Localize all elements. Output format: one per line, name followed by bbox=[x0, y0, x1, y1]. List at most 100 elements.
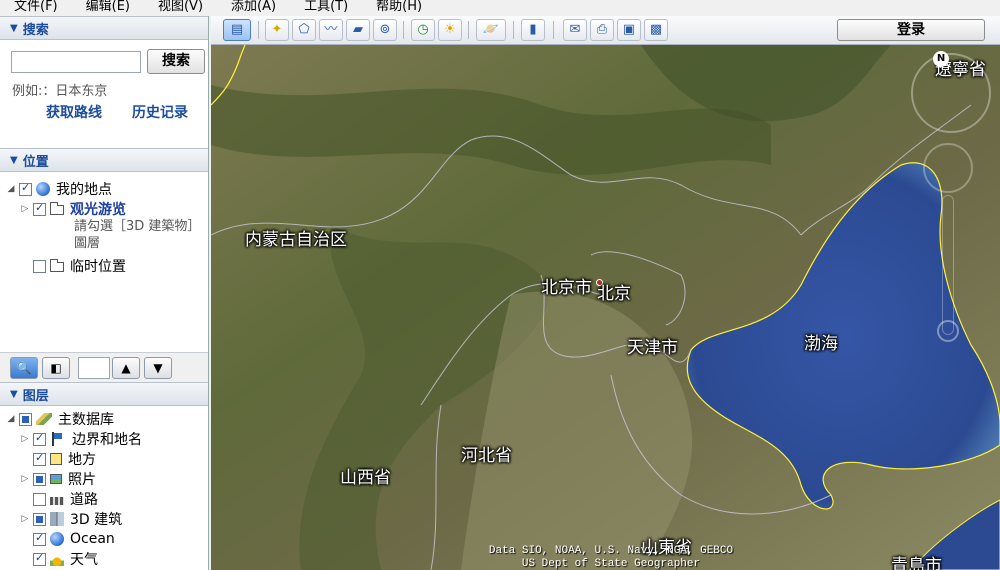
add-polygon-button[interactable]: ⬠ bbox=[292, 19, 316, 41]
menu-edit[interactable]: 编辑(E) bbox=[72, 0, 144, 14]
get-directions-link[interactable]: 获取路线 bbox=[46, 102, 102, 122]
ocean-globe-icon bbox=[50, 532, 64, 546]
folder-icon bbox=[50, 259, 64, 272]
menu-tools[interactable]: 工具(T) bbox=[290, 0, 362, 14]
menu-bar: 文件(F) 编辑(E) 视图(V) 添加(A) 工具(T) 帮助(H) bbox=[0, 0, 1000, 14]
map-label-hebei[interactable]: 河北省 bbox=[461, 441, 512, 466]
node-label: 主数据库 bbox=[58, 412, 114, 428]
layer-places[interactable]: 地方 bbox=[20, 449, 96, 469]
satellite-terrain bbox=[211, 45, 1000, 570]
search-panel-title: 搜索 bbox=[22, 22, 49, 38]
collapsed-arrow-icon[interactable]: ▷ bbox=[20, 514, 30, 524]
search-input[interactable] bbox=[11, 51, 141, 73]
globe-icon bbox=[36, 182, 50, 196]
map-view[interactable]: 内蒙古自治区 北京市 北京 天津市 渤海 河北省 山西省 山東省 遼寧省 青島市… bbox=[211, 45, 1000, 570]
places-field[interactable] bbox=[78, 356, 110, 379]
historical-imagery-button[interactable]: ◷ bbox=[411, 19, 435, 41]
planet-switch-button[interactable]: 🪐 bbox=[476, 19, 506, 41]
zoom-slider[interactable] bbox=[942, 195, 954, 335]
map-label-beijing[interactable]: 北京 bbox=[597, 279, 631, 304]
add-path-button[interactable]: 〰 bbox=[319, 19, 343, 41]
ruler-button[interactable]: ▮ bbox=[521, 19, 545, 41]
places-panel-header[interactable]: ▼ 位置 bbox=[0, 148, 208, 172]
sightseeing-note: 請勾選［3D 建築物］圖層 bbox=[74, 219, 201, 251]
layers-panel-title: 图层 bbox=[22, 388, 49, 404]
search-panel-header[interactable]: ▼ 搜索 bbox=[0, 16, 208, 40]
checkbox[interactable] bbox=[33, 451, 46, 466]
add-placemark-button[interactable]: ✦ bbox=[265, 19, 289, 41]
zoom-slider-handle[interactable] bbox=[937, 320, 959, 342]
node-label: 天气 bbox=[70, 552, 98, 568]
email-button[interactable]: ✉ bbox=[563, 19, 587, 41]
map-label-shanxi[interactable]: 山西省 bbox=[340, 463, 391, 488]
checkbox[interactable] bbox=[33, 201, 46, 216]
menu-view[interactable]: 视图(V) bbox=[144, 0, 217, 14]
collapsed-arrow-icon[interactable]: ▷ bbox=[20, 204, 30, 214]
navigation-compass[interactable] bbox=[911, 53, 991, 133]
print-button[interactable]: ⎙ bbox=[590, 19, 614, 41]
layer-borders-labels[interactable]: ▷ 边界和地名 bbox=[20, 429, 142, 449]
view-in-maps-button[interactable]: ▩ bbox=[644, 19, 668, 41]
tree-node-temp-places[interactable]: 临时位置 bbox=[20, 256, 126, 276]
save-image-button[interactable]: ▣ bbox=[617, 19, 641, 41]
add-image-overlay-button[interactable]: ▰ bbox=[346, 19, 370, 41]
sunlight-button[interactable]: ☀ bbox=[438, 19, 462, 41]
imagery-attribution: Data SIO, NOAA, U.S. Navy, NGA, GEBCO US… bbox=[461, 545, 761, 570]
checkbox[interactable] bbox=[33, 431, 46, 446]
collapsed-arrow-icon[interactable]: ▷ bbox=[20, 474, 30, 484]
checkbox[interactable] bbox=[19, 412, 32, 426]
checkbox[interactable] bbox=[33, 531, 46, 546]
layer-weather[interactable]: 天气 bbox=[20, 549, 98, 569]
map-label-tianjin[interactable]: 天津市 bbox=[627, 333, 678, 358]
layer-3d-buildings[interactable]: ▷ 3D 建筑 bbox=[20, 509, 122, 529]
expanded-arrow-icon[interactable]: ◢ bbox=[6, 414, 16, 424]
side-panel: ▼ 搜索 搜索 例如:：日本东京 获取路线 历史记录 ▼ 位置 ◢ 我的地点 ▷… bbox=[0, 16, 209, 570]
attribution-line: Data SIO, NOAA, U.S. Navy, NGA, GEBCO bbox=[488, 545, 734, 557]
north-indicator-icon[interactable]: N bbox=[933, 51, 949, 67]
map-label-qingdao[interactable]: 青島市 bbox=[891, 551, 942, 570]
node-label: 道路 bbox=[70, 492, 98, 508]
places-tree: ◢ 我的地点 ▷ 观光游览 請勾選［3D 建築物］圖層 临时位置 bbox=[0, 172, 208, 380]
look-joystick[interactable] bbox=[923, 143, 973, 193]
places-panel-title: 位置 bbox=[22, 154, 49, 170]
layer-primary-database[interactable]: ◢ 主数据库 bbox=[6, 409, 114, 429]
checkbox[interactable] bbox=[33, 472, 46, 486]
collapsed-arrow-icon[interactable]: ▷ bbox=[20, 434, 30, 444]
move-down-button[interactable]: ▼ bbox=[144, 356, 172, 379]
login-button[interactable]: 登录 bbox=[837, 19, 985, 41]
panel-toggle-button[interactable]: ◧ bbox=[42, 356, 70, 379]
checkbox[interactable] bbox=[33, 259, 46, 273]
layers-section: ▼ 图层 ◢ 主数据库 ▷ 边界和地名 地方 ▷ 照片 bbox=[0, 382, 208, 570]
expanded-arrow-icon[interactable]: ◢ bbox=[6, 184, 16, 194]
menu-help[interactable]: 帮助(H) bbox=[362, 0, 436, 14]
layers-panel-header[interactable]: ▼ 图层 bbox=[0, 382, 208, 406]
layer-ocean[interactable]: Ocean bbox=[20, 529, 115, 549]
map-label-inner-mongolia[interactable]: 内蒙古自治区 bbox=[245, 225, 347, 250]
node-label: Ocean bbox=[70, 531, 115, 547]
attribution-line: US Dept of State Geographer bbox=[521, 558, 701, 570]
tree-node-my-places[interactable]: ◢ 我的地点 bbox=[6, 179, 112, 199]
sidebar-toggle-button[interactable]: ▤ bbox=[223, 19, 251, 41]
search-places-button[interactable]: 🔍 bbox=[10, 356, 38, 379]
menu-add[interactable]: 添加(A) bbox=[217, 0, 290, 14]
node-label: 3D 建筑 bbox=[70, 512, 123, 528]
checkbox[interactable] bbox=[19, 181, 32, 196]
photo-icon bbox=[50, 474, 62, 484]
record-tour-button[interactable]: ⊚ bbox=[373, 19, 397, 41]
layer-roads[interactable]: 道路 bbox=[20, 489, 98, 509]
road-icon bbox=[50, 496, 64, 505]
checkbox[interactable] bbox=[33, 551, 46, 566]
map-label-bohai-sea[interactable]: 渤海 bbox=[804, 329, 838, 354]
tree-node-sightseeing[interactable]: ▷ 观光游览 bbox=[20, 199, 126, 219]
history-link[interactable]: 历史记录 bbox=[132, 102, 188, 122]
menu-file[interactable]: 文件(F) bbox=[0, 0, 72, 14]
node-label: 观光游览 bbox=[70, 202, 126, 218]
layer-photos[interactable]: ▷ 照片 bbox=[20, 469, 96, 489]
map-label-beijing-municipality[interactable]: 北京市 bbox=[541, 273, 592, 298]
move-up-button[interactable]: ▲ bbox=[112, 356, 140, 379]
checkbox[interactable] bbox=[33, 492, 46, 506]
node-label: 临时位置 bbox=[70, 259, 126, 275]
checkbox[interactable] bbox=[33, 512, 46, 526]
search-button[interactable]: 搜索 bbox=[147, 49, 205, 74]
main-toolbar: ▤ ✦ ⬠ 〰 ▰ ⊚ ◷ ☀ 🪐 ▮ ✉ ⎙ ▣ ▩ 登录 bbox=[211, 16, 1000, 45]
